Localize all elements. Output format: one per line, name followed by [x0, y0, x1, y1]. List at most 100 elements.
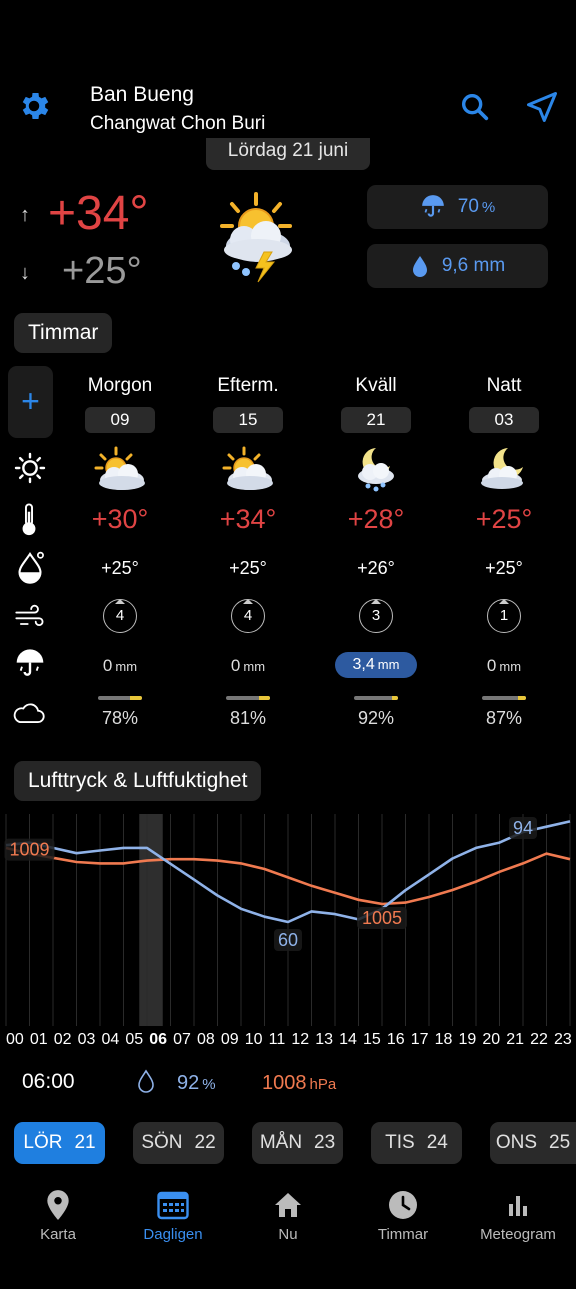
day-tab-name: LÖR	[23, 1132, 63, 1153]
period-hour[interactable]: 03	[469, 407, 539, 433]
day-tab-name: ONS	[495, 1132, 538, 1153]
chart-hour-label: 05	[125, 1031, 144, 1048]
search-button[interactable]	[458, 90, 492, 124]
sun-icon	[14, 452, 46, 484]
nav-item-label: Meteogram	[480, 1226, 556, 1243]
chart-hour-label: 20	[482, 1031, 501, 1048]
readout-pressure: 1008 hPa	[262, 1072, 336, 1095]
day-tab[interactable]: LÖR 21	[14, 1122, 105, 1164]
chart-hour-label: 01	[29, 1031, 48, 1048]
location-region[interactable]: Changwat Chon Buri	[90, 113, 265, 135]
day-tab-name: SÖN	[141, 1132, 183, 1153]
nav-item-label: Timmar	[377, 1226, 429, 1243]
chart-hour-label: 04	[101, 1031, 120, 1048]
day-tab[interactable]: TIS 24	[371, 1122, 462, 1164]
cloud-cover-bar	[354, 696, 398, 700]
period-temperature: +28°	[347, 504, 405, 534]
nav-item-nu[interactable]: Nu	[233, 1188, 343, 1243]
period-dew-point: +25°	[485, 558, 523, 578]
high-arrow: ↑	[20, 204, 30, 226]
calendar-icon	[118, 1188, 228, 1222]
settings-button[interactable]	[16, 88, 52, 124]
nav-item-label: Karta	[40, 1226, 76, 1243]
moon-cloud-icon	[478, 446, 530, 492]
my-location-button[interactable]	[524, 89, 560, 125]
chart-hour-label: 00	[6, 1031, 24, 1048]
period-precipitation: 0 mm	[60, 656, 180, 676]
nav-item-timmar[interactable]: Timmar	[348, 1188, 458, 1243]
low-temperature: +25°	[62, 250, 142, 292]
period-hour[interactable]: 09	[85, 407, 155, 433]
chart-hour-label: 13	[315, 1031, 333, 1048]
chart-hour-label: 06	[149, 1031, 168, 1048]
period-precipitation: 0 mm	[188, 656, 308, 676]
precip-unit: mm	[243, 659, 266, 674]
cloud-icon	[12, 700, 46, 726]
period-dew-point: +25°	[229, 558, 267, 578]
nav-item-label: Nu	[278, 1226, 298, 1243]
day-tab-date: 21	[74, 1132, 96, 1153]
day-tab[interactable]: ONS 25	[490, 1122, 576, 1164]
cloud-cover-bar	[482, 696, 526, 700]
map-pin-icon	[3, 1188, 113, 1222]
day-tab[interactable]: SÖN 22	[133, 1122, 224, 1164]
period-cloud-cover: 78%	[101, 708, 139, 728]
chart-hour-label: 10	[244, 1031, 263, 1048]
gear-icon	[22, 92, 49, 120]
nav-item-dagligen[interactable]: Dagligen	[118, 1188, 228, 1243]
readout-pressure-value: 1008	[262, 1072, 307, 1094]
day-tab-date: 23	[314, 1132, 336, 1153]
period-temperature: +25°	[475, 504, 533, 534]
chart-hour-label: 15	[362, 1031, 381, 1048]
readout-humidity-unit: %	[202, 1076, 216, 1093]
period-wind-speed: 4	[231, 599, 265, 633]
precip-chance-value: 70	[457, 196, 479, 217]
day-tab-date: 24	[426, 1132, 448, 1153]
chart-hour-label: 14	[339, 1031, 357, 1048]
navigation-arrow-icon	[527, 92, 557, 122]
clock-icon	[348, 1188, 458, 1222]
pressure-value-label: 1005	[362, 908, 402, 928]
cloud-cover-bar	[226, 696, 270, 700]
chart-hour-label: 11	[268, 1031, 286, 1048]
chart-hour-label: 02	[53, 1031, 72, 1048]
sun-cloud-icon	[222, 446, 274, 492]
period-wind-speed: 3	[359, 599, 393, 633]
period-cloud-cover: 92%	[357, 708, 395, 728]
pressure-section-title[interactable]: Lufttryck & Luftfuktighet	[14, 761, 262, 801]
precip-unit: mm	[377, 657, 400, 672]
nav-item-meteogram[interactable]: Meteogram	[463, 1188, 573, 1243]
sun-cloud-icon	[94, 446, 146, 492]
chart-hour-label: 22	[530, 1031, 548, 1048]
chart-hour-label: 12	[291, 1031, 310, 1048]
readout-humidity: 92%	[177, 1072, 216, 1095]
chart-hour-label: 08	[197, 1031, 215, 1048]
chart-hour-label: 19	[458, 1031, 477, 1048]
hourly-section-title[interactable]: Timmar	[14, 313, 113, 353]
readout-humidity-value: 92	[177, 1072, 200, 1094]
umbrella-rain-icon	[14, 648, 46, 680]
humidity-drop-icon	[136, 1068, 156, 1094]
humidity-value-label: 94	[513, 818, 533, 838]
chart-hour-label: 03	[77, 1031, 96, 1048]
add-hours-button[interactable]: +	[8, 366, 53, 438]
period-hour[interactable]: 21	[341, 407, 411, 433]
humidity-value-label: 60	[278, 930, 298, 950]
precip-amount-value: 9,6 mm	[441, 255, 506, 276]
period-cloud-cover: 81%	[229, 708, 267, 728]
chart-hour-label: 18	[434, 1031, 453, 1048]
day-tab[interactable]: MÅN 23	[252, 1122, 343, 1164]
period-label: Kväll	[355, 375, 397, 396]
period-label: Efterm.	[217, 375, 279, 396]
nav-item-karta[interactable]: Karta	[3, 1188, 113, 1243]
moon-cloud-rain-icon	[350, 446, 402, 492]
location-name[interactable]: Ban Bueng	[90, 83, 194, 107]
umbrella-icon	[421, 195, 444, 217]
pressure-humidity-chart[interactable]: 1009 1005 60 94	[0, 812, 576, 1026]
precip-value: 3,4	[352, 656, 375, 673]
chart-hour-labels: 00 01 02 03 04 05 06 07 08 09 10 11 12 13 14 15 16 17 18 19…	[6, 1031, 572, 1049]
period-hour[interactable]: 15	[213, 407, 283, 433]
readout-time: 06:00	[22, 1070, 75, 1093]
period-label: Morgon	[87, 375, 153, 396]
raindrop-icon	[412, 256, 427, 277]
